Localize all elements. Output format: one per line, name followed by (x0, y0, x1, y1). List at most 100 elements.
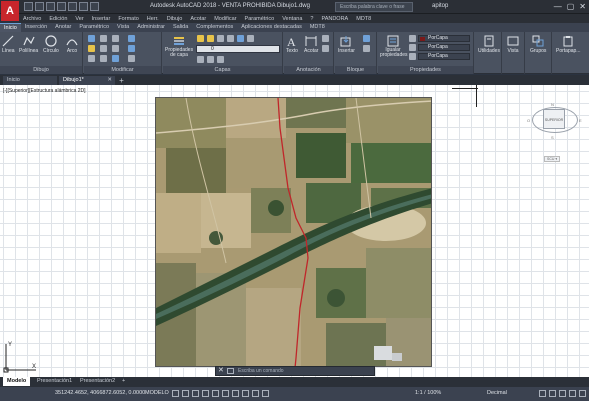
transparency-icon[interactable] (242, 390, 249, 397)
undo-icon[interactable] (79, 2, 88, 11)
tab-complementos[interactable]: Complementos (192, 23, 237, 32)
vista-tool[interactable]: Vista (507, 35, 519, 54)
trim-icon[interactable] (112, 35, 119, 42)
tab-vista[interactable]: Vista (113, 23, 133, 32)
tab-mdt8[interactable]: MDT8 (306, 23, 329, 32)
viewport-controls[interactable]: [-][Superior][Estructura alámbrica 2D] (3, 88, 86, 94)
annotation-scale[interactable]: 1:1 / 100% (415, 390, 441, 396)
aerial-image[interactable] (155, 97, 432, 367)
open-icon[interactable] (35, 2, 44, 11)
customize-icon[interactable] (579, 390, 586, 397)
copy-icon[interactable] (88, 45, 95, 52)
viewcube-face[interactable]: SUPERIOR (543, 109, 565, 129)
insertar-tool[interactable]: Insertar (338, 35, 355, 54)
arco-tool[interactable]: Arco (66, 35, 78, 54)
grid-icon[interactable] (172, 390, 179, 397)
list-icon[interactable] (409, 35, 416, 42)
panel-capas-label[interactable]: Capas (163, 66, 282, 74)
menu-pandora[interactable]: PANDORA (317, 16, 352, 22)
layer-tool-c-icon[interactable] (217, 56, 224, 63)
menu-archivo[interactable]: Archivo (19, 16, 45, 22)
layer-on-icon[interactable] (197, 35, 204, 42)
viewcube[interactable]: SUPERIOR N O E S SCU ▾ (524, 86, 584, 176)
search-input[interactable]: Escriba palabra clave o frase (335, 2, 413, 12)
command-close-icon[interactable]: ✕ (218, 367, 224, 375)
application-menu-button[interactable]: A (1, 1, 19, 21)
layer-match-icon[interactable] (237, 35, 244, 42)
layer-isolate-icon[interactable] (227, 35, 234, 42)
model-space-button[interactable]: MODELO (145, 390, 169, 396)
layer-properties-tool[interactable]: Propiedades de capa (165, 35, 193, 58)
command-customize-icon[interactable] (227, 368, 234, 374)
menu-formato[interactable]: Formato (114, 16, 142, 22)
tab-parametrico[interactable]: Paramétrico (75, 23, 113, 32)
offset-icon[interactable] (128, 55, 135, 62)
fullscreen-icon[interactable] (569, 390, 576, 397)
polar-icon[interactable] (202, 390, 209, 397)
menu-modificar[interactable]: Modificar (210, 16, 240, 22)
layer-tool-b-icon[interactable] (207, 56, 214, 63)
menu-ventana[interactable]: Ventana (278, 16, 306, 22)
menu-acotar[interactable]: Acotar (186, 16, 210, 22)
panel-anotacion-label[interactable]: Anotación (284, 66, 333, 74)
snap-icon[interactable] (182, 390, 189, 397)
saveas-icon[interactable] (57, 2, 66, 11)
ortho-icon[interactable] (192, 390, 199, 397)
command-line[interactable]: ✕ Escriba un comando (215, 366, 375, 376)
igualar-propiedades-tool[interactable]: Igualar propiedades (380, 35, 408, 58)
portapapeles-tool[interactable]: Portapap... (556, 35, 580, 54)
menu-ver[interactable]: Ver (71, 16, 87, 22)
layer-prev-icon[interactable] (247, 35, 254, 42)
tab-insercion[interactable]: Inserción (21, 23, 51, 32)
scale-icon[interactable] (100, 55, 107, 62)
menu-herramientas[interactable]: Herr. (143, 16, 163, 22)
menu-mdt8[interactable]: MDT8 (352, 16, 375, 22)
command-input[interactable]: Escriba un comando (238, 368, 284, 374)
layout-tab-presentacion2[interactable]: Presentación2 (76, 377, 119, 386)
explode-icon[interactable] (128, 45, 135, 52)
layer-lock-icon[interactable] (217, 35, 224, 42)
isolate-objects-icon[interactable] (559, 390, 566, 397)
move-icon[interactable] (88, 35, 95, 42)
otrack-icon[interactable] (222, 390, 229, 397)
doc-tab-start[interactable]: Inicio (3, 76, 57, 85)
circulo-tool[interactable]: Círculo (43, 35, 59, 54)
print-icon[interactable] (68, 2, 77, 11)
panel-bloque-label[interactable]: Bloque (335, 66, 376, 74)
menu-ayuda[interactable]: ? (306, 16, 317, 22)
linea-tool[interactable]: Línea (2, 35, 15, 54)
acotar-tool[interactable]: Acotar (304, 35, 318, 54)
tab-salida[interactable]: Salida (169, 23, 192, 32)
ucs-menu[interactable]: SCU ▾ (544, 156, 561, 162)
color-select[interactable]: PorCapa (418, 35, 470, 42)
polilinea-tool[interactable]: Polilínea (19, 35, 38, 54)
tab-administrar[interactable]: Administrar (133, 23, 169, 32)
minimize-icon[interactable]: — (554, 2, 562, 11)
menu-insertar[interactable]: Insertar (88, 16, 115, 22)
menu-dibujo[interactable]: Dibujo (163, 16, 187, 22)
selection-cycling-icon[interactable] (252, 390, 259, 397)
layout-tab-modelo[interactable]: Modelo (3, 377, 31, 386)
tab-aplicaciones[interactable]: Aplicaciones destacadas (237, 23, 306, 32)
create-block-icon[interactable] (363, 35, 370, 42)
current-layer-select[interactable]: 0 (196, 45, 280, 53)
table-icon[interactable] (322, 35, 329, 42)
linetype-icon[interactable] (409, 44, 416, 51)
layout-tab-presentacion1[interactable]: Presentación1 (33, 377, 76, 386)
units-select[interactable]: Decimal (487, 390, 507, 396)
menu-edicion[interactable]: Edición (45, 16, 71, 22)
save-icon[interactable] (46, 2, 55, 11)
lineweight-select[interactable]: PorCapa (418, 53, 470, 60)
texto-tool[interactable]: A Texto (286, 35, 298, 54)
linetype-select[interactable]: PorCapa (418, 44, 470, 51)
mirror-icon[interactable] (100, 45, 107, 52)
new-tab-button[interactable]: + (117, 76, 126, 85)
doc-tab-dibujo1[interactable]: Dibujo1* ✕ (59, 76, 115, 85)
lineweight-toggle-icon[interactable] (232, 390, 239, 397)
user-name[interactable]: apitop (432, 3, 448, 9)
redo-icon[interactable] (90, 2, 99, 11)
tab-inicio[interactable]: Inicio (0, 23, 21, 32)
layer-tool-a-icon[interactable] (197, 56, 204, 63)
panel-propiedades-label[interactable]: Propiedades (378, 66, 473, 74)
tab-anotar[interactable]: Anotar (51, 23, 75, 32)
